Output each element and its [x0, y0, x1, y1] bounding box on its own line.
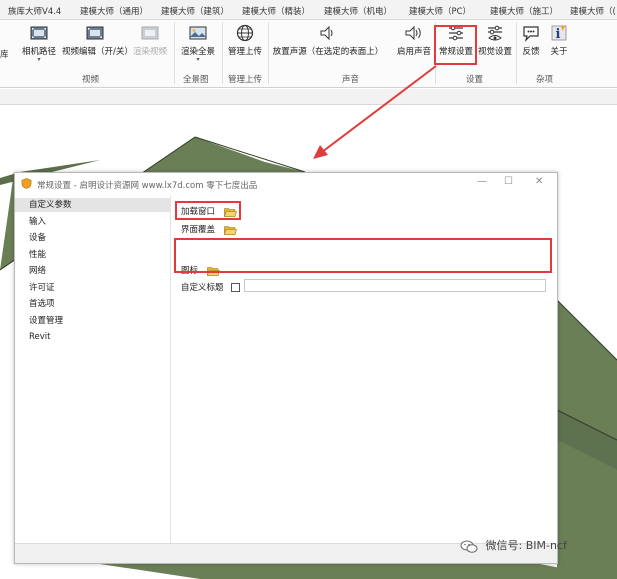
custom-title-label: 自定义标题 — [181, 283, 224, 293]
minimize-icon[interactable]: — — [477, 176, 487, 187]
nav-item-network[interactable]: 网络 — [15, 264, 171, 278]
wechat-icon — [460, 540, 478, 553]
maximize-icon[interactable]: ☐ — [504, 176, 513, 187]
close-icon[interactable]: ✕ — [535, 176, 543, 187]
highlight-icon-title — [174, 238, 552, 273]
nav-item-performance[interactable]: 性能 — [15, 248, 171, 262]
nav-item-revit[interactable]: Revit — [15, 330, 171, 344]
nav-item-settings-management[interactable]: 设置管理 — [15, 314, 171, 328]
folder-open-icon[interactable] — [223, 225, 237, 235]
watermark-text: 微信号: BIM-ncf — [485, 539, 567, 552]
nav-item-preferences[interactable]: 首选项 — [15, 297, 171, 311]
interface-cover-row: 界面覆盖 — [181, 223, 237, 235]
dialog-title: 常规设置 - 启明设计资源网 www.lx7d.com 零下七度出品 — [37, 181, 258, 191]
general-settings-dialog: 常规设置 - 启明设计资源网 www.lx7d.com 零下七度出品 — ☐ ✕… — [14, 172, 558, 564]
watermark: 微信号: BIM-ncf — [460, 537, 567, 553]
custom-title-row: 自定义标题 — [181, 281, 241, 293]
nav-item-license[interactable]: 许可证 — [15, 281, 171, 295]
custom-title-checkbox[interactable] — [231, 283, 241, 292]
nav-item-device[interactable]: 设备 — [15, 231, 171, 245]
custom-title-input[interactable] — [244, 279, 546, 292]
shield-icon — [21, 178, 32, 189]
settings-nav: 自定义参数 输入 设备 性能 网络 许可证 首选项 设置管理 Revit — [15, 195, 171, 545]
nav-item-input[interactable]: 输入 — [15, 215, 171, 229]
interface-cover-label: 界面覆盖 — [181, 225, 216, 235]
highlight-load-window — [175, 201, 241, 220]
nav-item-custom-params[interactable]: 自定义参数 — [15, 198, 171, 212]
dialog-title-bar[interactable]: 常规设置 - 启明设计资源网 www.lx7d.com 零下七度出品 — ☐ ✕ — [15, 173, 557, 195]
